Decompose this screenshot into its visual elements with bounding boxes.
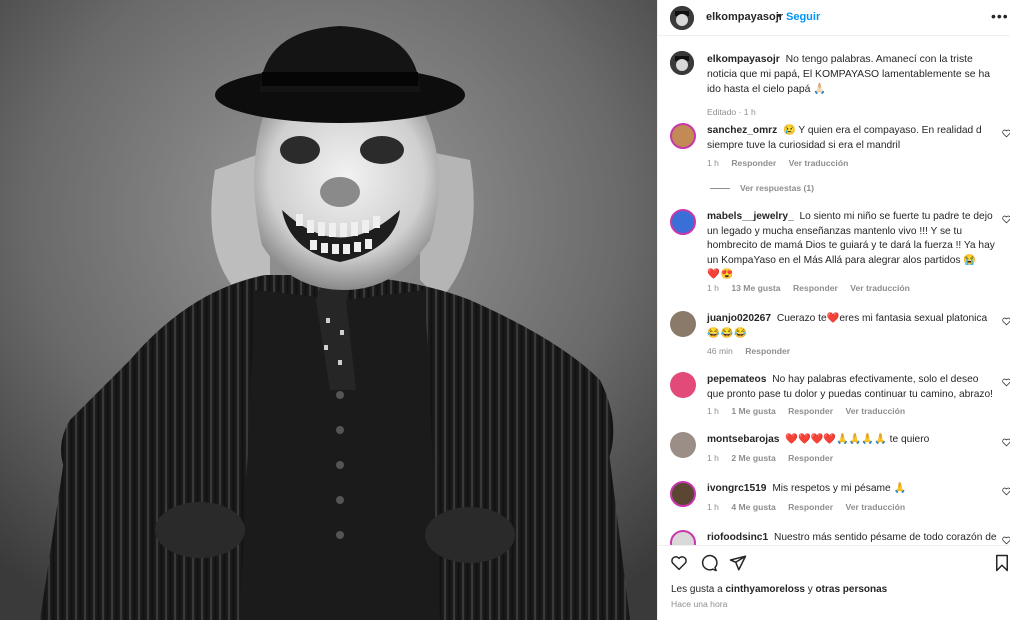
- comment-time: 46 min: [707, 346, 733, 356]
- comment-likes[interactable]: 4 Me gusta: [731, 502, 775, 512]
- comment-like-icon[interactable]: [1002, 317, 1010, 326]
- more-icon[interactable]: •••: [991, 8, 1009, 24]
- heart-icon[interactable]: [670, 554, 688, 572]
- comment-like-icon[interactable]: [1002, 487, 1010, 496]
- comment-meta: 1 h 4 Me gusta Responder Ver traducción: [707, 502, 915, 512]
- post-actions-bar: Les gusta a cinthyamoreloss y otras pers…: [658, 545, 1010, 620]
- comment-avatar[interactable]: [670, 123, 696, 149]
- comment-text: pepemateos No hay palabras efectivamente…: [707, 373, 997, 402]
- comment-avatar[interactable]: [670, 209, 696, 235]
- likes-prefix: Les gusta a: [671, 584, 723, 595]
- comment-username[interactable]: juanjo020267: [707, 313, 771, 324]
- likes-and: y: [807, 584, 813, 595]
- comment-body: Mis respetos y mi pésame 🙏: [772, 483, 907, 494]
- comment-time: 1 h: [707, 453, 719, 463]
- comment-body: Nuestro más sentido pésame de todo coraz…: [773, 532, 997, 543]
- comment-text: riofoodsinc1 Nuestro más sentido pésame …: [707, 531, 997, 545]
- replies-line: [710, 188, 730, 189]
- author-avatar[interactable]: [670, 6, 694, 30]
- bookmark-icon[interactable]: [993, 554, 1010, 572]
- post-header: elkompayasojr • Seguir •••: [658, 0, 1010, 36]
- translate-button[interactable]: Ver traducción: [845, 406, 905, 416]
- comment-body: ❤️❤️❤️❤️🙏🙏🙏🙏 te quiero: [785, 434, 930, 445]
- comment-like-icon[interactable]: [1002, 215, 1010, 224]
- comment-likes[interactable]: 1 Me gusta: [731, 406, 775, 416]
- comment-time: 1 h: [707, 502, 719, 512]
- author-username[interactable]: elkompayasojr: [706, 11, 783, 23]
- reply-button[interactable]: Responder: [788, 453, 833, 463]
- comment-icon[interactable]: [700, 554, 718, 572]
- comment-avatar[interactable]: [670, 530, 696, 545]
- comment-likes[interactable]: 13 Me gusta: [731, 283, 780, 293]
- comment-time: 1 h: [707, 158, 719, 168]
- caption-avatar[interactable]: [670, 51, 694, 75]
- reply-button[interactable]: Responder: [788, 502, 833, 512]
- comment-username[interactable]: ivongrc1519: [707, 483, 766, 494]
- comment-emoji: 😂😂😂: [707, 327, 749, 339]
- comment-meta: 1 h 2 Me gusta Responder: [707, 453, 843, 463]
- follow-button[interactable]: Seguir: [786, 11, 820, 23]
- separator-dot: •: [777, 10, 781, 22]
- comment-likes[interactable]: 2 Me gusta: [731, 453, 775, 463]
- comment-text: mabels__jewelry_ Lo siento mi niño se fu…: [707, 210, 997, 283]
- post-side-panel: elkompayasojr • Seguir ••• elkompayasojr…: [657, 0, 1010, 620]
- comment-like-icon[interactable]: [1002, 536, 1010, 545]
- comment-text: montsebarojas ❤️❤️❤️❤️🙏🙏🙏🙏 te quiero: [707, 433, 997, 448]
- comment-text: ivongrc1519 Mis respetos y mi pésame 🙏: [707, 482, 997, 497]
- comment-text: juanjo020267 Cuerazo te❤️eres mi fantasi…: [707, 312, 997, 341]
- caption-username[interactable]: elkompayasojr: [707, 54, 780, 65]
- comment-avatar[interactable]: [670, 481, 696, 507]
- post-caption: elkompayasojr No tengo palabras. Amanecí…: [658, 47, 1010, 127]
- post-timestamp[interactable]: Hace una hora: [671, 599, 727, 609]
- comment-meta: 1 h 13 Me gusta Responder Ver traducción: [707, 283, 920, 293]
- comment-username[interactable]: mabels__jewelry_: [707, 211, 794, 222]
- comment-username[interactable]: riofoodsinc1: [707, 532, 768, 543]
- comment-time: 1 h: [707, 406, 719, 416]
- comment-like-icon[interactable]: [1002, 378, 1010, 387]
- comment-meta: 46 min Responder: [707, 346, 800, 356]
- view-replies-button[interactable]: Ver respuestas (1): [740, 183, 814, 193]
- translate-button[interactable]: Ver traducción: [850, 283, 910, 293]
- caption-text: elkompayasojr No tengo palabras. Amanecí…: [707, 52, 1003, 97]
- reply-button[interactable]: Responder: [788, 406, 833, 416]
- comment-text: sanchez_omrz 😢 Y quien era el compayaso.…: [707, 124, 997, 153]
- likes-user[interactable]: cinthyamoreloss: [726, 584, 805, 595]
- reply-button[interactable]: Responder: [793, 283, 838, 293]
- likes-summary: Les gusta a cinthyamoreloss y otras pers…: [671, 584, 887, 595]
- comment-time: 1 h: [707, 283, 719, 293]
- share-icon[interactable]: [729, 554, 747, 572]
- translate-button[interactable]: Ver traducción: [845, 502, 905, 512]
- translate-button[interactable]: Ver traducción: [789, 158, 849, 168]
- comment-body: Cuerazo te❤️eres mi fantasia sexual plat…: [776, 313, 988, 324]
- comment-like-icon[interactable]: [1002, 438, 1010, 447]
- clown-portrait-image: [0, 0, 657, 620]
- comment-avatar[interactable]: [670, 432, 696, 458]
- comment-avatar[interactable]: [670, 372, 696, 398]
- comment-username[interactable]: montsebarojas: [707, 434, 779, 445]
- post-photo: [0, 0, 657, 620]
- comment-meta: 1 h 1 Me gusta Responder Ver traducción: [707, 406, 915, 416]
- reply-button[interactable]: Responder: [745, 346, 790, 356]
- likes-others[interactable]: otras personas: [816, 584, 888, 595]
- comment-like-icon[interactable]: [1002, 129, 1010, 138]
- reply-button[interactable]: Responder: [731, 158, 776, 168]
- caption-edited: Editado · 1 h: [707, 107, 756, 117]
- comment-username[interactable]: sanchez_omrz: [707, 125, 777, 136]
- comment-avatar[interactable]: [670, 311, 696, 337]
- comments-list[interactable]: elkompayasojr No tengo palabras. Amanecí…: [658, 37, 1010, 545]
- comment-emoji: ❤️😍: [707, 269, 735, 280]
- comment-meta: 1 h Responder Ver traducción: [707, 158, 858, 168]
- comment-username[interactable]: pepemateos: [707, 374, 766, 385]
